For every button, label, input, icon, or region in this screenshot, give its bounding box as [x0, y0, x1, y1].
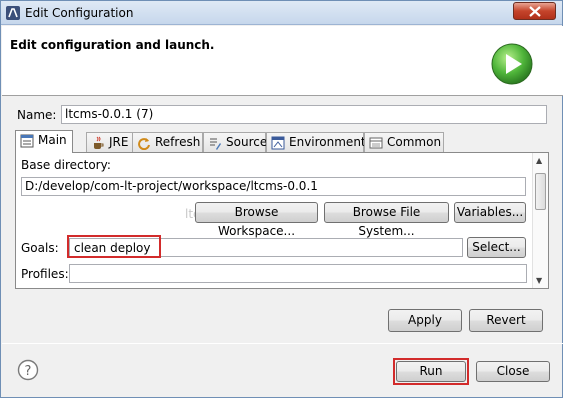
help-icon[interactable]: ? [17, 359, 39, 381]
scroll-down-arrow-icon[interactable]: ▼ [536, 276, 542, 285]
tab-refresh[interactable]: Refresh [132, 132, 203, 152]
profiles-input[interactable] [69, 264, 527, 283]
tab-source[interactable]: Source [203, 132, 268, 152]
svg-text:?: ? [25, 364, 32, 379]
scrollbar-thumb[interactable] [535, 173, 546, 210]
apply-button[interactable]: Apply [388, 309, 462, 332]
scroll-up-arrow-icon[interactable]: ▲ [536, 156, 542, 165]
run-launch-icon [491, 43, 533, 85]
tab-main[interactable]: Main [15, 130, 73, 153]
window-close-button[interactable] [513, 2, 556, 20]
jre-icon [94, 136, 104, 149]
close-x-icon [529, 6, 541, 17]
footer-separator [2, 343, 563, 344]
dialog-header: Edit configuration and launch. [2, 26, 563, 96]
tab-source-label: Source [226, 135, 268, 149]
goals-highlight-box [67, 235, 161, 258]
common-icon [369, 137, 383, 149]
run-highlight-box [393, 358, 469, 385]
edit-configuration-dialog: Edit Configuration Edit configuration an… [0, 0, 563, 398]
variables-button[interactable]: Variables... [454, 202, 526, 223]
select-goals-button[interactable]: Select... [467, 237, 526, 258]
environment-icon [271, 136, 285, 150]
tab-common-label: Common [387, 135, 442, 149]
main-tab-icon [20, 134, 34, 148]
browse-workspace-button[interactable]: Browse Workspace... [195, 202, 318, 238]
base-directory-input[interactable]: D:/develop/com-lt-project/workspace/ltcm… [21, 177, 526, 196]
revert-button[interactable]: Revert [469, 309, 543, 332]
name-label: Name: [17, 108, 57, 122]
tab-jre-label: JRE [109, 135, 129, 149]
refresh-icon [138, 138, 150, 150]
eclipse-app-icon [6, 6, 20, 20]
goals-label: Goals: [21, 241, 59, 255]
browse-file-system-button[interactable]: Browse File System... [324, 202, 449, 238]
tab-environment[interactable]: Environment [266, 132, 366, 152]
tab-refresh-label: Refresh [155, 135, 201, 149]
title-bar[interactable]: Edit Configuration [1, 1, 562, 25]
source-icon [210, 138, 221, 150]
name-input[interactable]: ltcms-0.0.1 (7) [61, 105, 547, 124]
panel-scrollbar[interactable]: ▲ ▼ [532, 153, 548, 288]
profiles-label: Profiles: [21, 267, 69, 281]
tab-jre[interactable]: JRE [86, 132, 134, 152]
tab-common[interactable]: Common [364, 132, 444, 152]
close-button[interactable]: Close [476, 361, 550, 382]
base-directory-label: Base directory: [21, 158, 111, 172]
tab-environment-label: Environment [289, 135, 366, 149]
window-title: Edit Configuration [25, 6, 134, 20]
header-title: Edit configuration and launch. [10, 38, 215, 52]
tab-main-label: Main [38, 133, 67, 147]
